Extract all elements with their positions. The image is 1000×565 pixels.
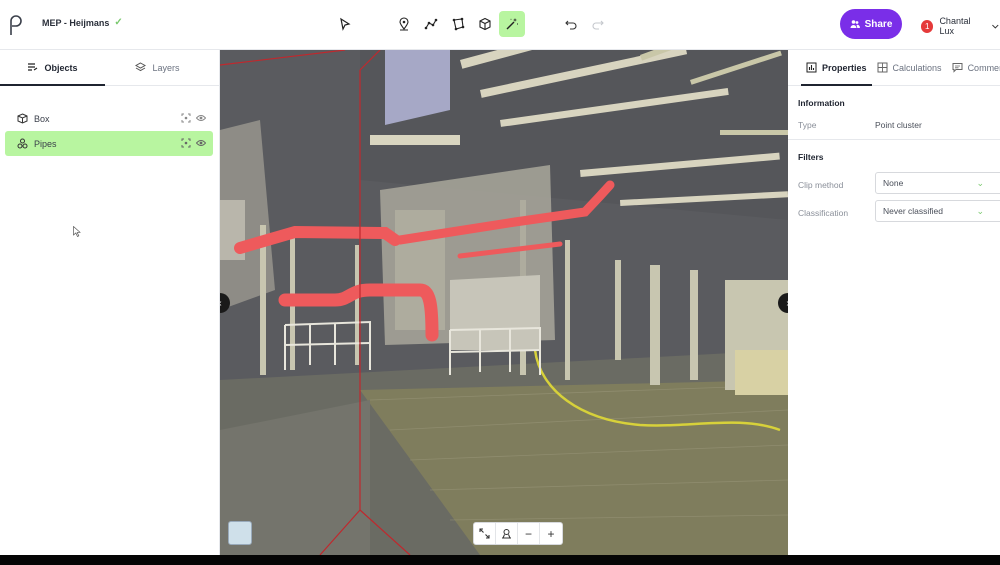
- chevron-down-icon: [992, 24, 999, 29]
- point-cloud-scene[interactable]: [220, 50, 788, 555]
- comment-icon: [952, 63, 963, 73]
- pin-icon: [399, 17, 409, 31]
- redo-button[interactable]: [585, 11, 611, 37]
- polyline-tool-button[interactable]: [418, 11, 444, 37]
- notification-badge[interactable]: 1: [921, 19, 934, 33]
- tool-group: [332, 10, 612, 38]
- point-cluster-icon: [17, 138, 28, 149]
- top-bar: MEP - Heijmans ✓ Share 1 Chantal Lux: [0, 0, 1000, 50]
- clip-method-select[interactable]: None ⌄: [875, 172, 1000, 194]
- eye-icon[interactable]: [196, 113, 206, 123]
- filters-heading: Filters: [798, 152, 824, 162]
- redo-icon: [592, 20, 604, 30]
- select-icon: [340, 17, 351, 31]
- tab-properties-label: Properties: [822, 62, 867, 73]
- mouse-cursor-icon: [73, 226, 81, 237]
- select-tool-button[interactable]: [332, 11, 358, 37]
- tab-calculations[interactable]: Calculations: [872, 50, 947, 85]
- chevron-down-icon: ⌄: [976, 178, 984, 188]
- project-name: MEP - Heijmans: [42, 17, 110, 28]
- tab-properties[interactable]: Properties: [801, 50, 872, 86]
- focus-icon[interactable]: [181, 113, 191, 123]
- bar-chart-icon: [806, 62, 817, 73]
- right-sidebar: Properties Calculations Comment Informat…: [788, 50, 1000, 555]
- divider: [788, 139, 1000, 140]
- tab-objects[interactable]: Objects: [0, 50, 105, 86]
- recenter-icon: [502, 529, 511, 539]
- tab-layers-label: Layers: [152, 62, 180, 73]
- project-title[interactable]: MEP - Heijmans ✓: [42, 17, 123, 28]
- share-button[interactable]: Share: [840, 9, 902, 39]
- eye-icon[interactable]: [196, 138, 206, 148]
- undo-icon: [565, 20, 577, 30]
- type-value: Point cluster: [875, 120, 922, 130]
- fullscreen-button[interactable]: [474, 523, 496, 544]
- user-menu[interactable]: 1 Chantal Lux: [921, 16, 1000, 36]
- expand-icon: [479, 528, 490, 539]
- object-row-pipes[interactable]: Pipes: [5, 131, 213, 156]
- zoom-controls: − +: [473, 522, 563, 545]
- zoom-out-button[interactable]: −: [518, 523, 540, 544]
- recenter-button[interactable]: [496, 523, 518, 544]
- type-label: Type: [798, 120, 817, 130]
- object-label: Pipes: [34, 138, 57, 149]
- box-icon: [17, 113, 28, 124]
- undo-button[interactable]: [558, 11, 584, 37]
- left-sidebar: Objects Layers Box Pipes: [0, 50, 220, 555]
- layers-icon: [135, 62, 147, 72]
- list-icon: [28, 63, 38, 71]
- classification-value: Never classified: [883, 206, 943, 216]
- tab-objects-label: Objects: [44, 62, 78, 73]
- classification-select[interactable]: Never classified ⌄: [875, 200, 1000, 222]
- box-tool-button[interactable]: [472, 11, 498, 37]
- information-heading: Information: [798, 98, 845, 108]
- user-name: Chantal Lux: [939, 16, 971, 36]
- users-icon: [850, 20, 860, 28]
- polyline-icon: [424, 18, 438, 30]
- polygon-tool-button[interactable]: [445, 11, 471, 37]
- bottom-bar: [0, 555, 1000, 565]
- tab-comments[interactable]: Comment: [947, 50, 1000, 85]
- magic-wand-tool-button[interactable]: [499, 11, 525, 37]
- pin-tool-button[interactable]: [391, 11, 417, 37]
- 3d-viewport[interactable]: ‹ › − +: [220, 50, 788, 555]
- object-label: Box: [34, 113, 50, 124]
- classification-label: Classification: [798, 208, 849, 218]
- box-icon: [479, 17, 491, 31]
- chevron-left-icon: ‹: [220, 298, 222, 309]
- synced-check-icon: ✓: [114, 17, 123, 28]
- tab-comments-label: Comment: [967, 62, 1000, 73]
- share-label: Share: [864, 18, 893, 30]
- object-row-box[interactable]: Box: [5, 106, 213, 131]
- focus-icon[interactable]: [181, 138, 191, 148]
- tab-calculations-label: Calculations: [892, 62, 942, 73]
- clip-method-value: None: [883, 178, 904, 188]
- zoom-in-button[interactable]: +: [540, 523, 562, 544]
- minimap-thumbnail[interactable]: [228, 521, 252, 545]
- left-tabs: Objects Layers: [0, 50, 219, 86]
- chevron-down-icon: ⌄: [976, 206, 984, 216]
- clip-method-label: Clip method: [798, 180, 844, 190]
- magic-wand-icon: [506, 18, 518, 30]
- app-logo-icon[interactable]: [6, 13, 24, 37]
- tab-layers[interactable]: Layers: [105, 50, 210, 85]
- calculator-icon: [877, 62, 888, 73]
- right-tabs: Properties Calculations Comment: [788, 50, 1000, 86]
- polygon-icon: [452, 17, 465, 31]
